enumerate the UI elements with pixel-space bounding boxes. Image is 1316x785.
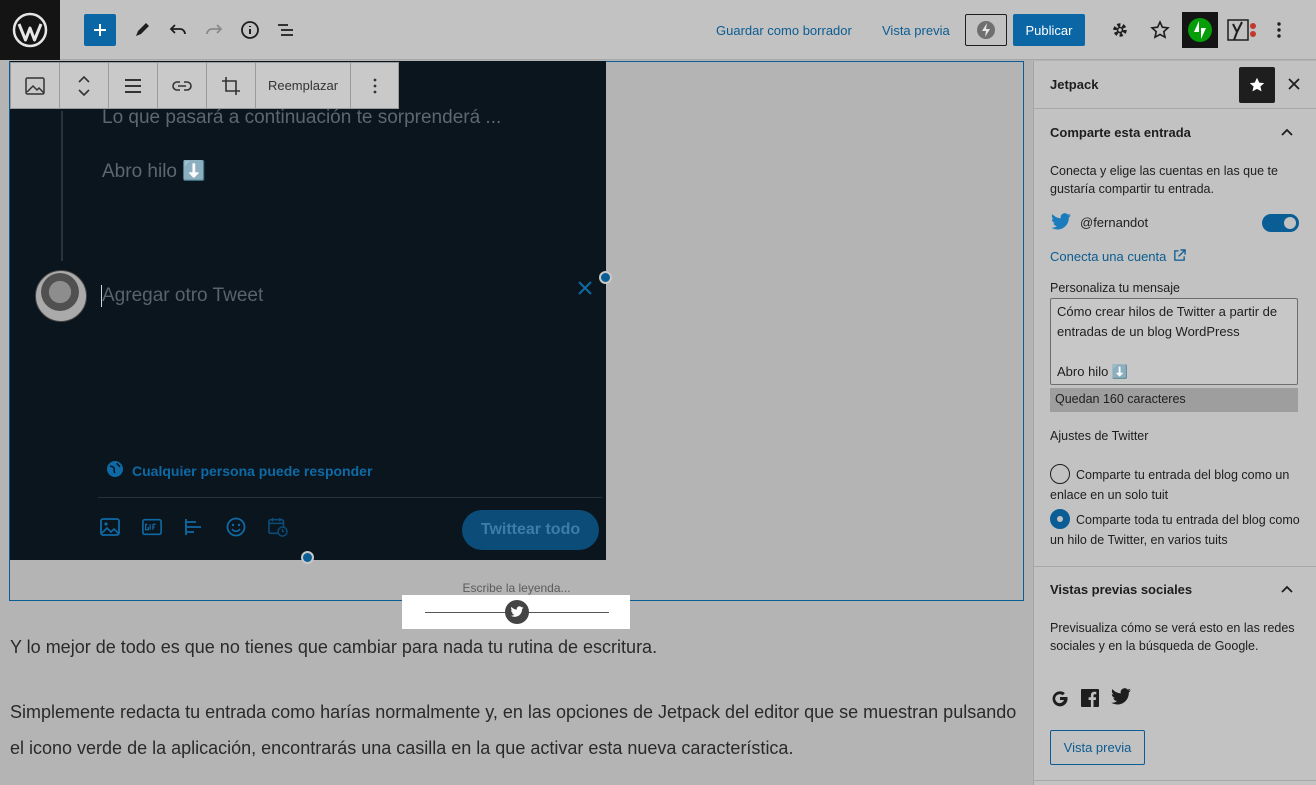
list-view-icon[interactable]: [272, 14, 300, 46]
chevron-up-icon[interactable]: [1279, 124, 1295, 140]
emoji-icon: [226, 517, 246, 537]
reply-setting: Cualquier persona puede responder: [106, 460, 372, 481]
align-icon[interactable]: [109, 63, 158, 108]
settings-gear-icon[interactable]: [1106, 14, 1134, 46]
crop-icon[interactable]: [207, 63, 256, 108]
character-counter: Quedan 160 caracteres: [1050, 388, 1298, 412]
image-block-type-icon[interactable]: [11, 63, 60, 108]
avatar: [35, 270, 87, 322]
reply-setting-label: Cualquier persona puede responder: [132, 462, 373, 479]
share-section-title[interactable]: Comparte esta entrada: [1050, 125, 1191, 140]
more-options-icon[interactable]: [1268, 14, 1290, 46]
paragraph-1[interactable]: Y lo mejor de todo es que no tienes que …: [10, 629, 1020, 665]
gif-icon: [142, 517, 162, 537]
connect-account-link[interactable]: Conecta una cuenta: [1050, 249, 1186, 264]
poll-icon: [184, 517, 204, 537]
yoast-seo-icon[interactable]: [1226, 14, 1260, 46]
thread-label[interactable]: Comparte toda tu entrada del blog como u…: [1050, 510, 1305, 550]
thread-line: [61, 111, 63, 261]
link-icon[interactable]: [158, 63, 207, 108]
tweet-line-1: Lo que pasará a continuación te sorprend…: [102, 107, 502, 128]
toggle-knob: [1284, 217, 1296, 229]
tweet-separator: [402, 595, 630, 629]
info-icon[interactable]: [236, 14, 264, 46]
social-previews-title[interactable]: Vistas previas sociales: [1050, 582, 1192, 597]
close-sidebar-icon[interactable]: [1284, 74, 1304, 94]
tweet-all-button: Twittear todo: [462, 510, 599, 550]
tweet-tools: [100, 517, 288, 537]
resize-handle-right[interactable]: [599, 271, 612, 284]
external-link-icon: [1170, 249, 1186, 264]
add-tweet-placeholder: Agregar otro Tweet: [102, 285, 264, 306]
google-icon: [1050, 688, 1070, 713]
section-divider: [1034, 566, 1316, 567]
social-preview-button[interactable]: Vista previa: [1050, 730, 1145, 765]
close-icon: [576, 279, 594, 302]
share-description: Conecta y elige las cuentas en las que t…: [1050, 164, 1278, 196]
preview-button[interactable]: Vista previa: [882, 14, 950, 46]
schedule-icon: [268, 517, 288, 537]
chevron-up-icon[interactable]: [1279, 581, 1295, 597]
facebook-icon: [1080, 688, 1100, 713]
twitter-settings-label: Ajustes de Twitter: [1050, 429, 1149, 443]
editor-top-toolbar: Guardar como borrador Vista previa Publi…: [0, 0, 1316, 60]
sidebar-header: Jetpack: [1034, 61, 1316, 109]
pin-star-icon[interactable]: [1239, 67, 1275, 103]
custom-message-textarea[interactable]: Cómo crear hilos de Twitter a partir de …: [1050, 298, 1298, 385]
paragraph-2[interactable]: Simplemente redacta tu entrada como harí…: [10, 694, 1020, 766]
twitter-icon: [1050, 213, 1072, 236]
twitter-account-toggle[interactable]: [1262, 214, 1299, 232]
single-tweet-label[interactable]: Comparte tu entrada del blog como un enl…: [1050, 465, 1305, 505]
redo-icon[interactable]: [200, 14, 228, 46]
section-divider: [1034, 780, 1316, 781]
twitter-bird-icon: [505, 600, 529, 624]
block-options-icon[interactable]: [351, 63, 398, 108]
caption-input[interactable]: Escribe la leyenda...: [0, 581, 1033, 595]
add-block-button[interactable]: [84, 14, 116, 46]
wordpress-logo-icon[interactable]: [0, 0, 60, 60]
jetpack-sidebar: Jetpack Comparte esta entrada Conecta y …: [1033, 61, 1316, 785]
block-toolbar: Reemplazar: [10, 62, 399, 109]
customize-message-label: Personaliza tu mensaje: [1050, 281, 1180, 295]
divider: [98, 497, 602, 498]
jetpack-icon[interactable]: [1182, 12, 1218, 48]
move-up-down-icon[interactable]: [60, 63, 109, 108]
undo-icon[interactable]: [164, 14, 192, 46]
star-plugin-icon[interactable]: [1146, 14, 1174, 46]
pencil-icon[interactable]: [128, 14, 156, 46]
save-draft-button[interactable]: Guardar como borrador: [716, 14, 852, 46]
publish-button[interactable]: Publicar: [1013, 14, 1085, 46]
social-icons: [1050, 688, 1132, 713]
tweet-line-2: Abro hilo ⬇️: [102, 161, 206, 182]
image-icon: [100, 517, 120, 537]
twitter-icon: [1110, 688, 1132, 713]
sidebar-title: Jetpack: [1050, 77, 1099, 92]
tweet-composer-image[interactable]: Lo que pasará a continuación te sorprend…: [10, 61, 606, 560]
jetpack-boost-button[interactable]: [965, 14, 1007, 46]
replace-button[interactable]: Reemplazar: [256, 63, 351, 108]
connect-account-label: Conecta una cuenta: [1050, 249, 1167, 264]
editor-canvas: Lo que pasará a continuación te sorprend…: [0, 61, 1033, 785]
resize-handle-bottom[interactable]: [301, 551, 314, 564]
twitter-account-label: @fernandot: [1080, 215, 1149, 230]
globe-icon: [106, 460, 124, 481]
social-previews-description: Previsualiza cómo se verá esto en las re…: [1050, 621, 1295, 653]
